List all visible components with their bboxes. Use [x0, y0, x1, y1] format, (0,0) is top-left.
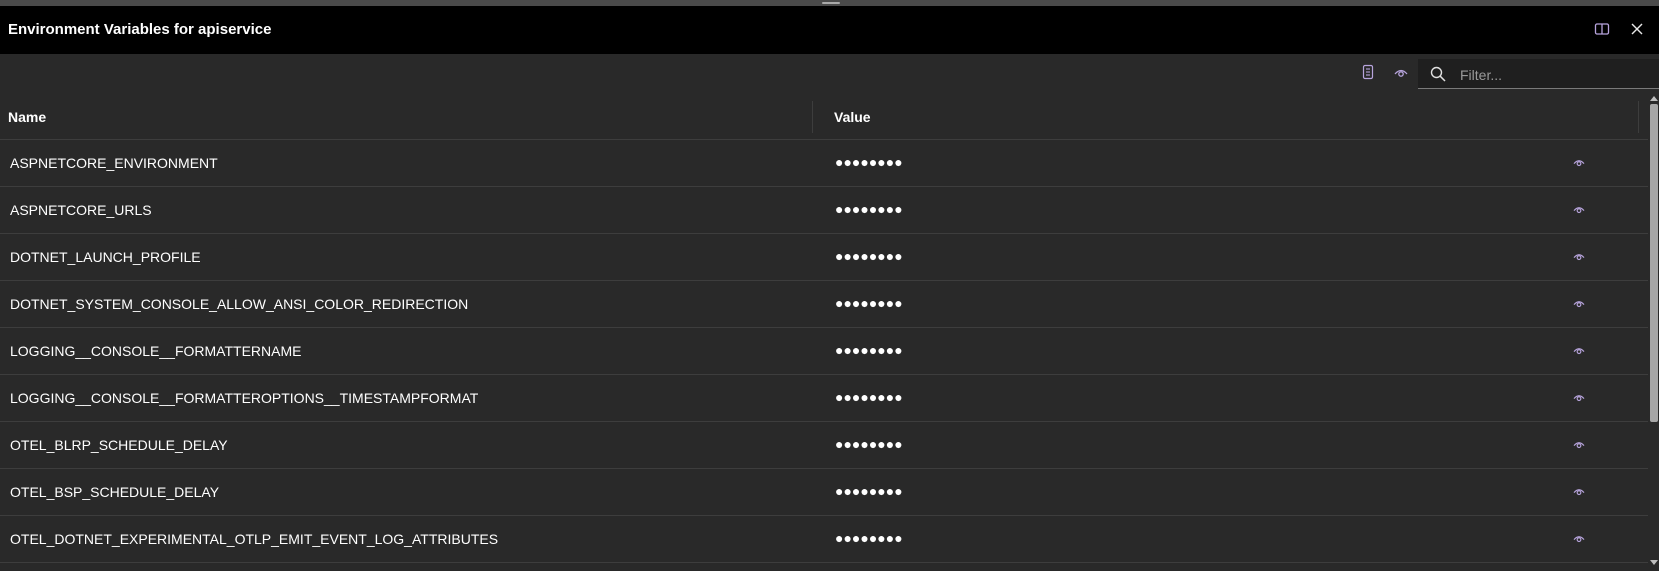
variable-name: OTEL_BSP_SCHEDULE_DELAY — [10, 484, 220, 500]
masked-value: ●●●●●●●● — [835, 248, 903, 264]
dialog-title: Environment Variables for apiservice — [8, 21, 272, 38]
masked-value: ●●●●●●●● — [835, 201, 903, 217]
variable-name: LOGGING__CONSOLE__FORMATTERNAME — [10, 343, 302, 359]
scroll-down-arrow[interactable] — [1650, 560, 1658, 565]
reveal-value-button[interactable] — [1570, 436, 1588, 454]
column-header-name[interactable]: Name — [8, 109, 46, 125]
filter-input[interactable] — [1458, 63, 1657, 87]
reveal-value-button[interactable] — [1570, 248, 1588, 266]
variable-name: OTEL_DOTNET_EXPERIMENTAL_OTLP_EMIT_EVENT… — [10, 531, 499, 547]
grid-body: ASPNETCORE_ENVIRONMENT ●●●●●●●● ASPNETCORE… — [0, 140, 1648, 563]
copy-values-button[interactable] — [1358, 64, 1378, 84]
split-view-button[interactable] — [1590, 19, 1614, 43]
table-row[interactable]: LOGGING__CONSOLE__FORMATTERNAME ●●●●●●●● — [0, 328, 1648, 375]
variable-name: DOTNET_SYSTEM_CONSOLE_ALLOW_ANSI_COLOR_R… — [10, 296, 469, 312]
eye-icon — [1393, 65, 1409, 83]
eye-icon — [1572, 530, 1586, 548]
masked-value: ●●●●●●●● — [835, 295, 903, 311]
grid-header: Name Value — [0, 94, 1648, 140]
environment-variables-grid: Name Value ASPNETCORE_ENVIRONMENT ●●●●●●●… — [0, 94, 1648, 571]
grid-toolbar — [0, 54, 1659, 94]
table-row[interactable]: DOTNET_SYSTEM_CONSOLE_ALLOW_ANSI_COLOR_R… — [0, 281, 1648, 328]
show-all-values-button[interactable] — [1391, 64, 1411, 84]
eye-icon — [1572, 201, 1586, 219]
masked-value: ●●●●●●●● — [835, 389, 903, 405]
eye-icon — [1572, 436, 1586, 454]
variable-name: ASPNETCORE_ENVIRONMENT — [10, 155, 218, 171]
eye-icon — [1572, 295, 1586, 313]
close-icon — [1630, 22, 1644, 41]
masked-value: ●●●●●●●● — [835, 530, 903, 546]
column-resize-handle[interactable] — [1638, 101, 1639, 133]
eye-icon — [1572, 483, 1586, 501]
table-row[interactable]: DOTNET_LAUNCH_PROFILE ●●●●●●●● — [0, 234, 1648, 281]
search-icon — [1430, 66, 1446, 82]
reveal-value-button[interactable] — [1570, 295, 1588, 313]
split-view-icon — [1594, 21, 1610, 42]
reveal-value-button[interactable] — [1570, 154, 1588, 172]
scrollbar-thumb[interactable] — [1650, 104, 1658, 422]
variable-name: ASPNETCORE_URLS — [10, 202, 152, 218]
reveal-value-button[interactable] — [1570, 342, 1588, 360]
close-button[interactable] — [1625, 19, 1649, 43]
table-row[interactable]: LOGGING__CONSOLE__FORMATTEROPTIONS__TIME… — [0, 375, 1648, 422]
variable-name: OTEL_BLRP_SCHEDULE_DELAY — [10, 437, 228, 453]
masked-value: ●●●●●●●● — [835, 436, 903, 452]
masked-value: ●●●●●●●● — [835, 483, 903, 499]
filter-field[interactable] — [1418, 59, 1659, 89]
masked-value: ●●●●●●●● — [835, 154, 903, 170]
eye-icon — [1572, 154, 1586, 172]
document-icon — [1361, 64, 1375, 85]
table-row[interactable]: ASPNETCORE_URLS ●●●●●●●● — [0, 187, 1648, 234]
reveal-value-button[interactable] — [1570, 201, 1588, 219]
scroll-up-arrow[interactable] — [1650, 96, 1658, 101]
eye-icon — [1572, 342, 1586, 360]
masked-value: ●●●●●●●● — [835, 342, 903, 358]
eye-icon — [1572, 248, 1586, 266]
table-row[interactable]: OTEL_BSP_SCHEDULE_DELAY ●●●●●●●● — [0, 469, 1648, 516]
variable-name: DOTNET_LAUNCH_PROFILE — [10, 249, 201, 265]
resize-grip[interactable] — [822, 2, 840, 4]
vertical-scrollbar[interactable] — [1648, 94, 1659, 571]
table-row[interactable]: ASPNETCORE_ENVIRONMENT ●●●●●●●● — [0, 140, 1648, 187]
reveal-value-button[interactable] — [1570, 389, 1588, 407]
reveal-value-button[interactable] — [1570, 483, 1588, 501]
reveal-value-button[interactable] — [1570, 530, 1588, 548]
table-row[interactable]: OTEL_BLRP_SCHEDULE_DELAY ●●●●●●●● — [0, 422, 1648, 469]
eye-icon — [1572, 389, 1586, 407]
dialog-titlebar: Environment Variables for apiservice — [0, 6, 1659, 54]
column-resize-handle[interactable] — [812, 101, 813, 133]
table-row[interactable]: OTEL_DOTNET_EXPERIMENTAL_OTLP_EMIT_EVENT… — [0, 516, 1648, 563]
column-header-value[interactable]: Value — [834, 109, 871, 125]
variable-name: LOGGING__CONSOLE__FORMATTEROPTIONS__TIME… — [10, 390, 479, 406]
